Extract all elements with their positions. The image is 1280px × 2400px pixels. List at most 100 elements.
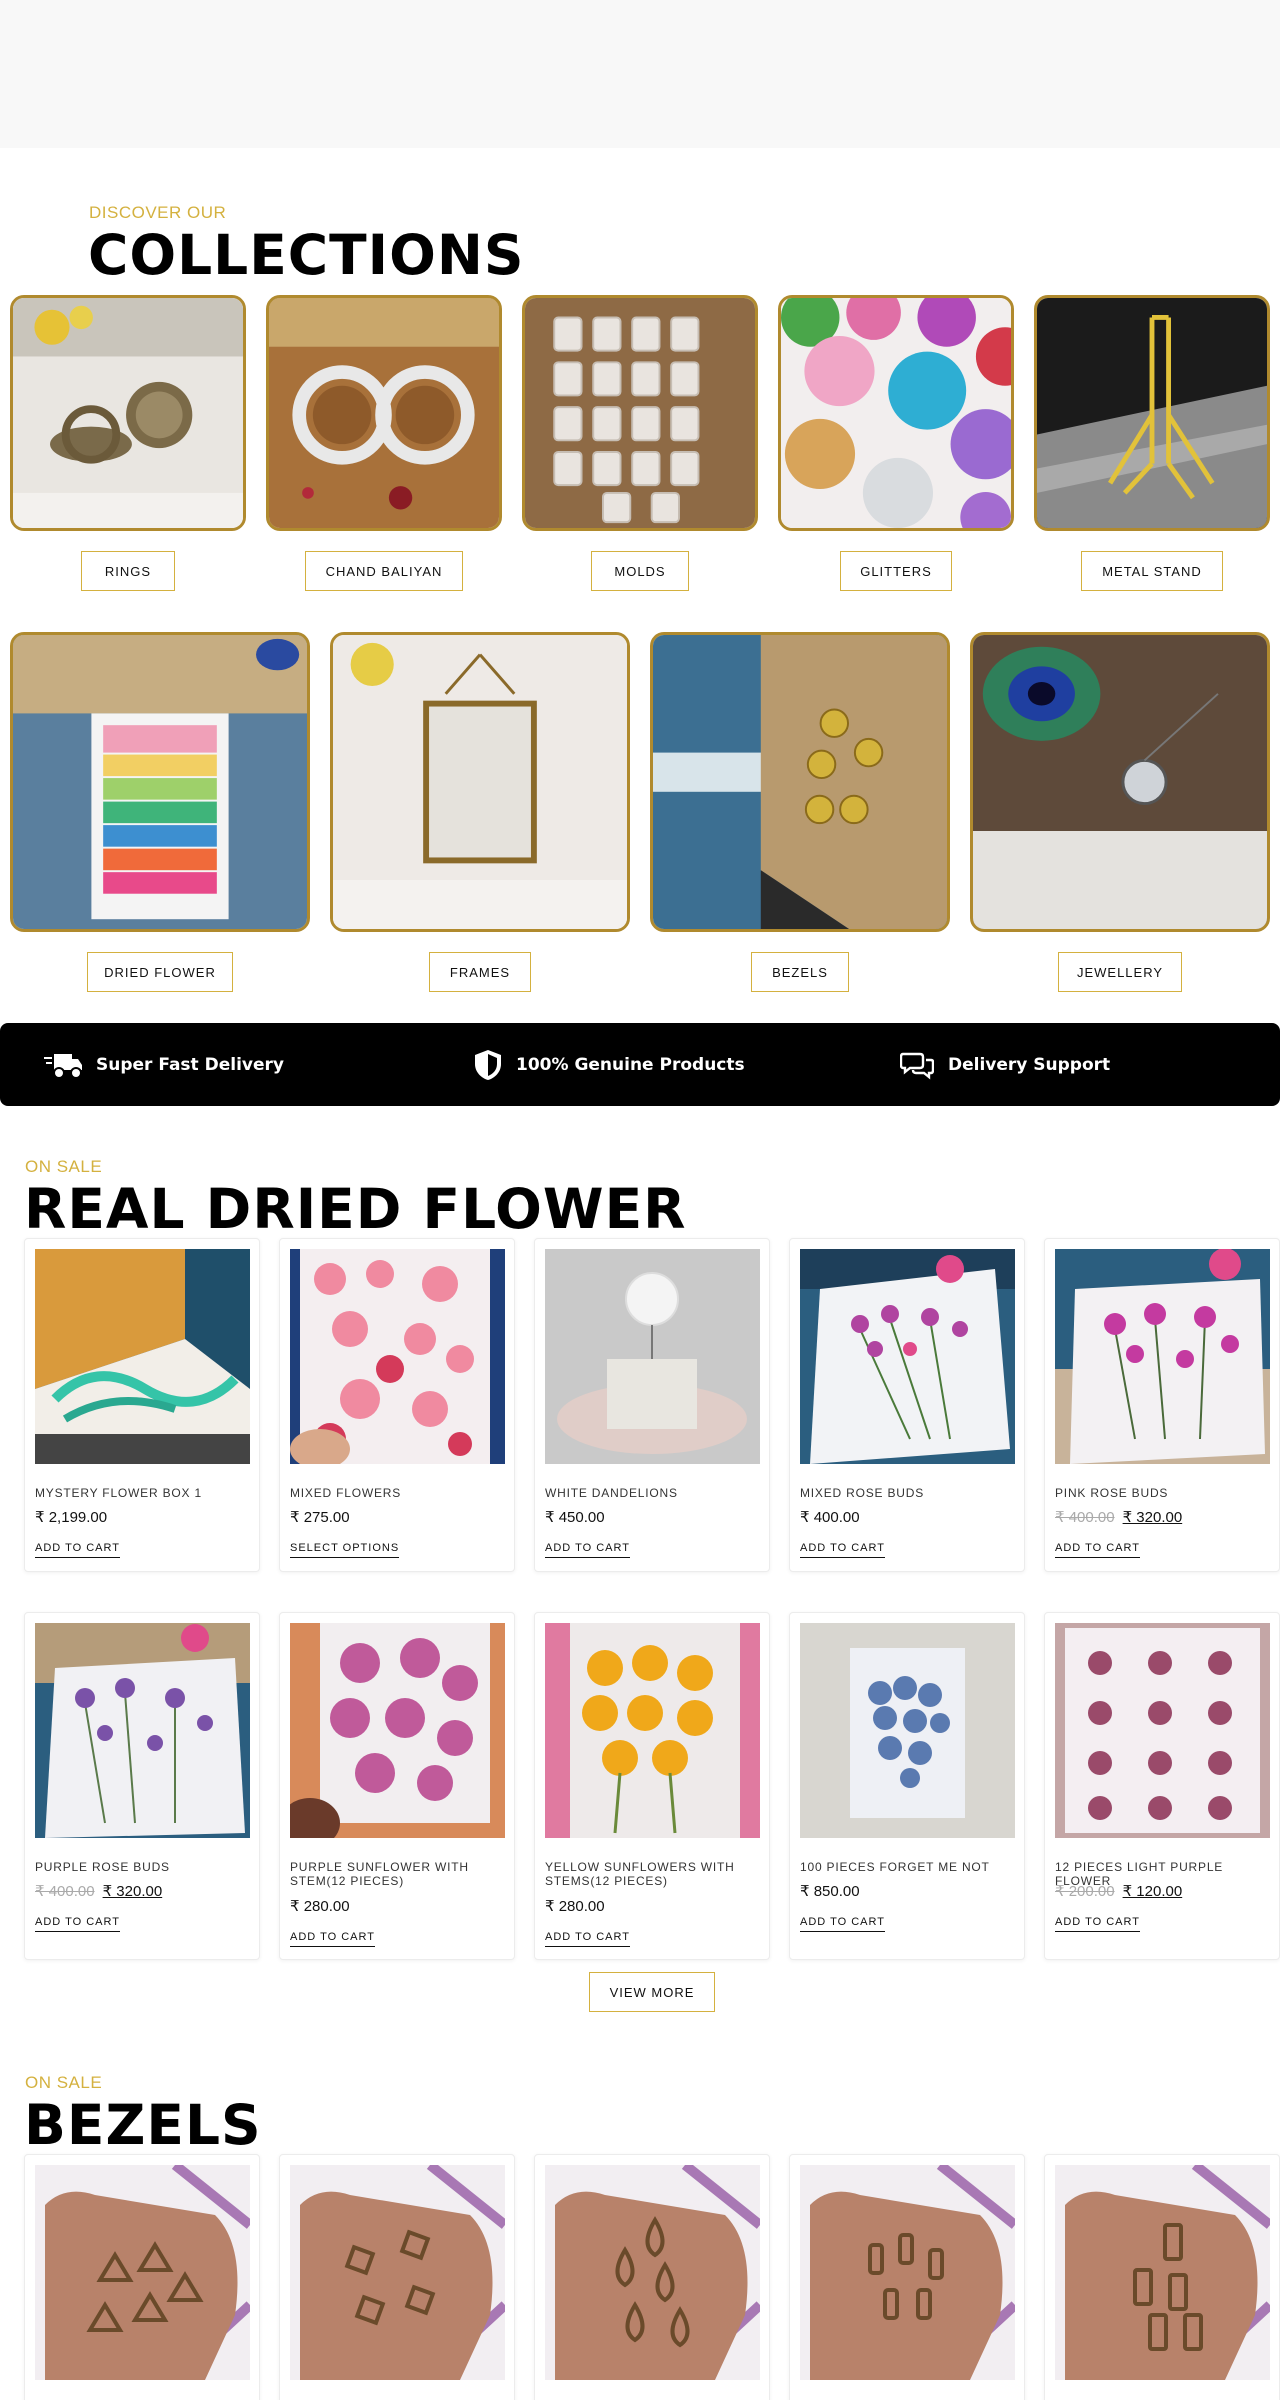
product-current-price: ₹ 400.00: [800, 1509, 860, 1526]
feature-fast-delivery: Super Fast Delivery: [44, 1023, 284, 1106]
product-card[interactable]: [24, 2154, 260, 2400]
product-card[interactable]: MYSTERY FLOWER BOX 1 ₹ 2,199.00 ADD TO C…: [24, 1238, 260, 1572]
product-current-price: ₹ 120.00: [1122, 1883, 1183, 1900]
feature-label: 100% Genuine Products: [516, 1054, 745, 1075]
add-to-cart-button[interactable]: ADD TO CART: [545, 1931, 630, 1947]
product-image[interactable]: [35, 1249, 250, 1464]
dried-flower-eyebrow: ON SALE: [25, 1157, 103, 1176]
product-name[interactable]: PURPLE SUNFLOWER WITH STEM(12 PIECES): [290, 1860, 510, 1889]
product-image[interactable]: [545, 1249, 760, 1464]
add-to-cart-button[interactable]: ADD TO CART: [545, 1542, 630, 1558]
delivery-truck-icon: [44, 1053, 82, 1079]
add-to-cart-button[interactable]: ADD TO CART: [1055, 1916, 1140, 1932]
collection-button[interactable]: RINGS: [81, 551, 175, 591]
feature-label: Super Fast Delivery: [96, 1054, 284, 1075]
product-card[interactable]: PURPLE SUNFLOWER WITH STEM(12 PIECES) ₹ …: [279, 1612, 515, 1960]
product-card[interactable]: 100 PIECES FORGET ME NOT ₹ 850.00 ADD TO…: [789, 1612, 1025, 1960]
feature-genuine-products: 100% Genuine Products: [474, 1023, 745, 1106]
product-name[interactable]: YELLOW SUNFLOWERS WITH STEMS(12 PIECES): [545, 1860, 765, 1889]
collection-button[interactable]: BEZELS: [751, 952, 849, 992]
collection-button[interactable]: DRIED FLOWER: [87, 952, 233, 992]
product-current-price: ₹ 280.00: [290, 1898, 350, 1915]
product-card[interactable]: [534, 2154, 770, 2400]
product-image[interactable]: [545, 1623, 760, 1838]
product-card[interactable]: MIXED FLOWERS ₹ 275.00 SELECT OPTIONS: [279, 1238, 515, 1572]
product-old-price: ₹ 400.00: [1055, 1509, 1115, 1526]
product-current-price: ₹ 320.00: [1122, 1509, 1183, 1526]
collections-eyebrow: DISCOVER OUR: [89, 203, 227, 222]
product-name[interactable]: 100 PIECES FORGET ME NOT: [800, 1860, 1020, 1875]
add-to-cart-button[interactable]: ADD TO CART: [290, 1931, 375, 1947]
feature-delivery-support: Delivery Support: [900, 1023, 1110, 1106]
product-image[interactable]: [800, 1249, 1015, 1464]
feature-label: Delivery Support: [948, 1054, 1111, 1075]
product-card[interactable]: [279, 2154, 515, 2400]
collection-button[interactable]: METAL STAND: [1081, 551, 1223, 591]
product-price: ₹ 280.00: [290, 1897, 350, 1915]
product-price: ₹ 400.00 ₹ 320.00: [1055, 1508, 1182, 1526]
collections-title: COLLECTIONS: [88, 223, 525, 287]
product-name[interactable]: MIXED ROSE BUDS: [800, 1486, 1020, 1501]
product-card[interactable]: YELLOW SUNFLOWERS WITH STEMS(12 PIECES) …: [534, 1612, 770, 1960]
collection-image[interactable]: [266, 295, 502, 531]
product-card[interactable]: [789, 2154, 1025, 2400]
collection-image[interactable]: [522, 295, 758, 531]
product-card[interactable]: PURPLE ROSE BUDS ₹ 400.00 ₹ 320.00 ADD TO…: [24, 1612, 260, 1960]
product-image[interactable]: [35, 1623, 250, 1838]
collection-image[interactable]: [970, 632, 1270, 932]
add-to-cart-button[interactable]: ADD TO CART: [35, 1916, 120, 1932]
collection-button[interactable]: GLITTERS: [840, 551, 952, 591]
product-current-price: ₹ 850.00: [800, 1883, 860, 1900]
product-price: ₹ 450.00: [545, 1508, 605, 1526]
product-price: ₹ 400.00 ₹ 320.00: [35, 1882, 162, 1900]
collection-image[interactable]: [778, 295, 1014, 531]
collection-image[interactable]: [330, 632, 630, 932]
bezels-title: BEZELS: [24, 2093, 262, 2157]
collection-button[interactable]: MOLDS: [591, 551, 689, 591]
collection-image[interactable]: [10, 632, 310, 932]
product-image[interactable]: [1055, 1249, 1270, 1464]
chat-bubbles-icon: [900, 1052, 934, 1079]
add-to-cart-button[interactable]: ADD TO CART: [800, 1542, 885, 1558]
collection-image[interactable]: [650, 632, 950, 932]
hero-banner-bottom: [0, 0, 1280, 148]
product-card[interactable]: PINK ROSE BUDS ₹ 400.00 ₹ 320.00 ADD TO C…: [1044, 1238, 1280, 1572]
collection-button[interactable]: CHAND BALIYAN: [305, 551, 463, 591]
product-name[interactable]: MYSTERY FLOWER BOX 1: [35, 1486, 255, 1501]
add-to-cart-button[interactable]: ADD TO CART: [800, 1916, 885, 1932]
product-name[interactable]: PURPLE ROSE BUDS: [35, 1860, 255, 1875]
product-name[interactable]: WHITE DANDELIONS: [545, 1486, 765, 1501]
collection-button[interactable]: FRAMES: [429, 952, 531, 992]
collection-button[interactable]: JEWELLERY: [1058, 952, 1182, 992]
product-price: ₹ 400.00: [800, 1508, 860, 1526]
product-image[interactable]: [1055, 1623, 1270, 1838]
product-image[interactable]: [800, 2165, 1015, 2380]
product-image[interactable]: [800, 1623, 1015, 1838]
features-bar: Super Fast Delivery 100% Genuine Product…: [0, 1023, 1280, 1106]
product-price: ₹ 275.00: [290, 1508, 350, 1526]
product-image[interactable]: [290, 1623, 505, 1838]
product-old-price: ₹ 400.00: [35, 1883, 95, 1900]
add-to-cart-button[interactable]: ADD TO CART: [1055, 1542, 1140, 1558]
product-price: ₹ 2,199.00: [35, 1508, 107, 1526]
product-name[interactable]: PINK ROSE BUDS: [1055, 1486, 1275, 1501]
bezels-eyebrow: ON SALE: [25, 2073, 103, 2092]
product-card[interactable]: WHITE DANDELIONS ₹ 450.00 ADD TO CART: [534, 1238, 770, 1572]
product-image[interactable]: [1055, 2165, 1270, 2380]
product-image[interactable]: [290, 2165, 505, 2380]
product-image[interactable]: [545, 2165, 760, 2380]
select-options-button[interactable]: SELECT OPTIONS: [290, 1542, 400, 1558]
product-old-price: ₹ 200.00: [1055, 1883, 1115, 1900]
product-image[interactable]: [290, 1249, 505, 1464]
collection-image[interactable]: [10, 295, 246, 531]
product-card[interactable]: [1044, 2154, 1280, 2400]
add-to-cart-button[interactable]: ADD TO CART: [35, 1542, 120, 1558]
view-more-button[interactable]: VIEW MORE: [589, 1972, 715, 2012]
product-card[interactable]: MIXED ROSE BUDS ₹ 400.00 ADD TO CART: [789, 1238, 1025, 1572]
product-current-price: ₹ 2,199.00: [35, 1509, 108, 1526]
product-price: ₹ 280.00: [545, 1897, 605, 1915]
product-card[interactable]: 12 PIECES LIGHT PURPLE FLOWER ₹ 200.00 ₹ …: [1044, 1612, 1280, 1960]
product-name[interactable]: MIXED FLOWERS: [290, 1486, 510, 1501]
product-image[interactable]: [35, 2165, 250, 2380]
collection-image[interactable]: [1034, 295, 1270, 531]
